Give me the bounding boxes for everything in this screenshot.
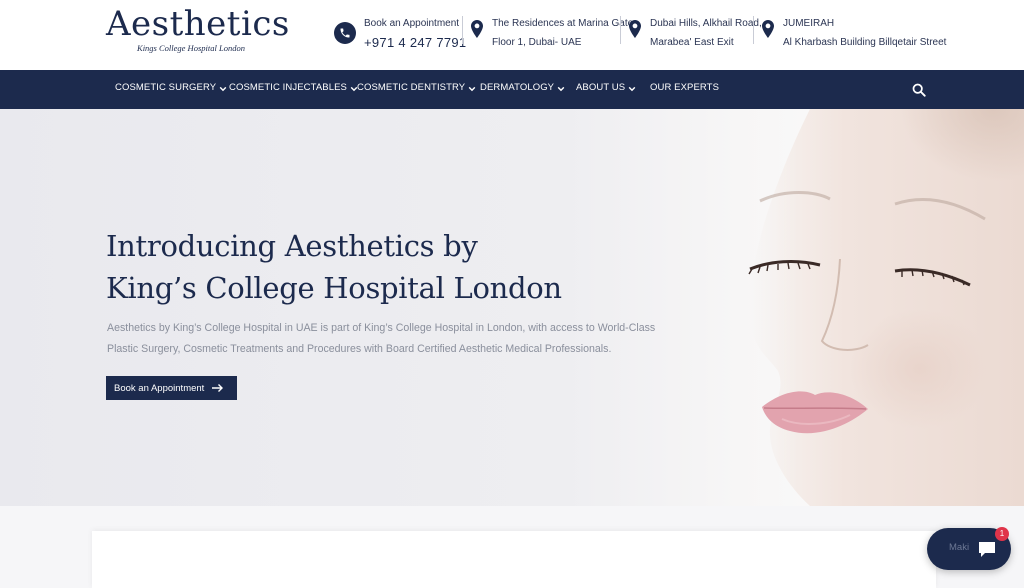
hero-section: Introducing Aesthetics by King’s College… xyxy=(0,109,1024,506)
appointment-contact[interactable]: Book an Appointment +971 4 247 7791 xyxy=(334,14,466,52)
location-pin-icon xyxy=(471,20,483,38)
hero-face-image xyxy=(748,109,1024,506)
hills-line2: Marabea' East Exit xyxy=(650,37,734,48)
hero-description: Aesthetics by King’s College Hospital in… xyxy=(107,322,656,355)
site-logo[interactable]: Aesthetics Kings College Hospital London xyxy=(106,4,290,53)
appointment-label: Book an Appointment xyxy=(364,18,460,29)
logo-tagline: Kings College Hospital London xyxy=(137,43,245,53)
nav-label: OUR EXPERTS xyxy=(650,82,720,93)
header-divider xyxy=(462,16,463,44)
nav-cosmetic-dentistry[interactable]: COSMETIC DENTISTRY xyxy=(357,82,476,93)
hero-title-line1: Introducing Aesthetics by xyxy=(106,229,478,263)
phone-number[interactable]: +971 4 247 7791 xyxy=(364,33,466,52)
hero-title-line2: King’s College Hospital London xyxy=(106,271,562,305)
chevron-down-icon xyxy=(219,86,227,92)
main-nav: COSMETIC SURGERY COSMETIC INJECTABLES CO… xyxy=(0,70,1024,109)
chat-notification-badge: 1 xyxy=(995,527,1009,541)
nav-cosmetic-surgery[interactable]: COSMETIC SURGERY xyxy=(115,82,227,93)
content-card xyxy=(92,531,936,588)
search-icon[interactable] xyxy=(912,83,926,97)
nav-label: DERMATOLOGY xyxy=(480,82,555,93)
chat-bubble-icon xyxy=(979,542,995,557)
chat-label: Maki xyxy=(949,542,970,553)
dubai-hills-location[interactable]: Dubai Hills, Alkhail Road, Marabea' East… xyxy=(629,14,762,52)
hero-title: Introducing Aesthetics by King’s College… xyxy=(106,225,562,309)
nav-about-us[interactable]: ABOUT US xyxy=(576,82,636,93)
location-pin-icon xyxy=(629,20,641,38)
hills-line1: Dubai Hills, Alkhail Road, xyxy=(650,18,762,29)
nav-label: COSMETIC INJECTABLES xyxy=(229,82,347,93)
marina-line1: The Residences at Marina Gate xyxy=(492,18,634,29)
logo-name: Aesthetics xyxy=(106,4,290,44)
book-appointment-button[interactable]: Book an Appointment xyxy=(106,376,237,400)
chevron-down-icon xyxy=(468,86,476,92)
nav-our-experts[interactable]: OUR EXPERTS xyxy=(650,82,719,93)
jumeirah-line2: Al Kharbash Building Billqetair Street xyxy=(783,37,947,48)
chevron-down-icon xyxy=(557,86,565,92)
chevron-down-icon xyxy=(628,86,636,92)
jumeirah-location[interactable]: JUMEIRAH Al Kharbash Building Billqetair… xyxy=(762,14,946,52)
nav-cosmetic-injectables[interactable]: COSMETIC INJECTABLES xyxy=(229,82,358,93)
nav-label: ABOUT US xyxy=(576,82,626,93)
header-divider xyxy=(620,16,621,44)
arrow-right-icon xyxy=(212,384,223,392)
marina-line2: Floor 1, Dubai- UAE xyxy=(492,37,582,48)
book-appointment-label: Book an Appointment xyxy=(114,382,205,394)
marina-gate-location[interactable]: The Residences at Marina Gate Floor 1, D… xyxy=(471,14,633,52)
header-divider xyxy=(753,16,754,44)
nav-label: COSMETIC SURGERY xyxy=(115,82,217,93)
nav-dermatology[interactable]: DERMATOLOGY xyxy=(480,82,565,93)
nav-label: COSMETIC DENTISTRY xyxy=(357,82,466,93)
top-header: Aesthetics Kings College Hospital London… xyxy=(0,0,1024,70)
location-pin-icon xyxy=(762,20,774,38)
jumeirah-line1: JUMEIRAH xyxy=(783,18,835,29)
phone-icon xyxy=(334,22,356,44)
